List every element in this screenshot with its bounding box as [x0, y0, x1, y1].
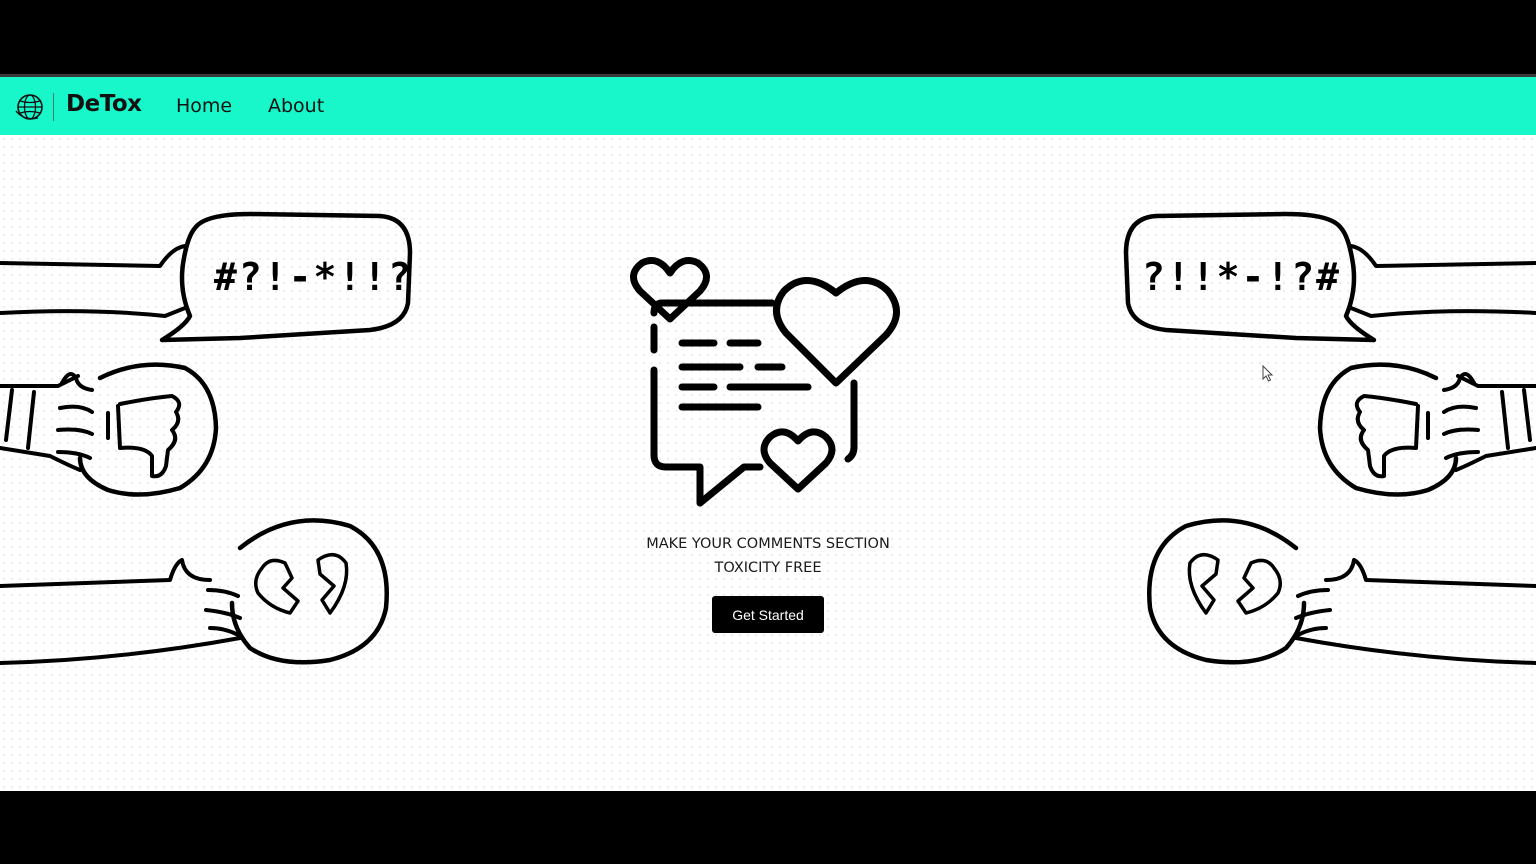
hero-headline-line1: MAKE YOUR COMMENTS SECTION	[646, 536, 890, 552]
globe-icon[interactable]	[14, 91, 46, 123]
hero-headline-line2: TOXICITY FREE	[714, 560, 822, 576]
brand-name[interactable]: DeTox	[66, 91, 142, 117]
broken-heart-ball	[229, 518, 389, 665]
browser-viewport: DeTox Home About #?!-*!!? ?!!*-!?# MAKE …	[0, 74, 1536, 791]
navbar: DeTox Home About	[0, 74, 1536, 135]
thumbs-down-ball	[77, 362, 219, 497]
mouse-cursor-icon	[1262, 365, 1274, 382]
hero-section: #?!-*!!? ?!!*-!?# MAKE YOUR COMMENTS SEC…	[0, 135, 1536, 791]
right-bubble-text: ?!!*-!?#	[1142, 255, 1341, 299]
right-bubble-text-layer: ?!!*-!?#	[1142, 255, 1341, 299]
left-bubble-text: #?!-*!!?	[214, 255, 413, 299]
left-toxic-hands-illustration: #?!-*!!?	[0, 211, 413, 665]
hero-headline: MAKE YOUR COMMENTS SECTION TOXICITY FREE	[568, 532, 968, 580]
logo-divider	[53, 93, 54, 121]
nav-link-home[interactable]: Home	[176, 95, 232, 117]
nav-link-about[interactable]: About	[268, 95, 324, 117]
chat-bubble-hearts-icon	[630, 257, 900, 507]
get-started-button[interactable]: Get Started	[712, 596, 824, 633]
